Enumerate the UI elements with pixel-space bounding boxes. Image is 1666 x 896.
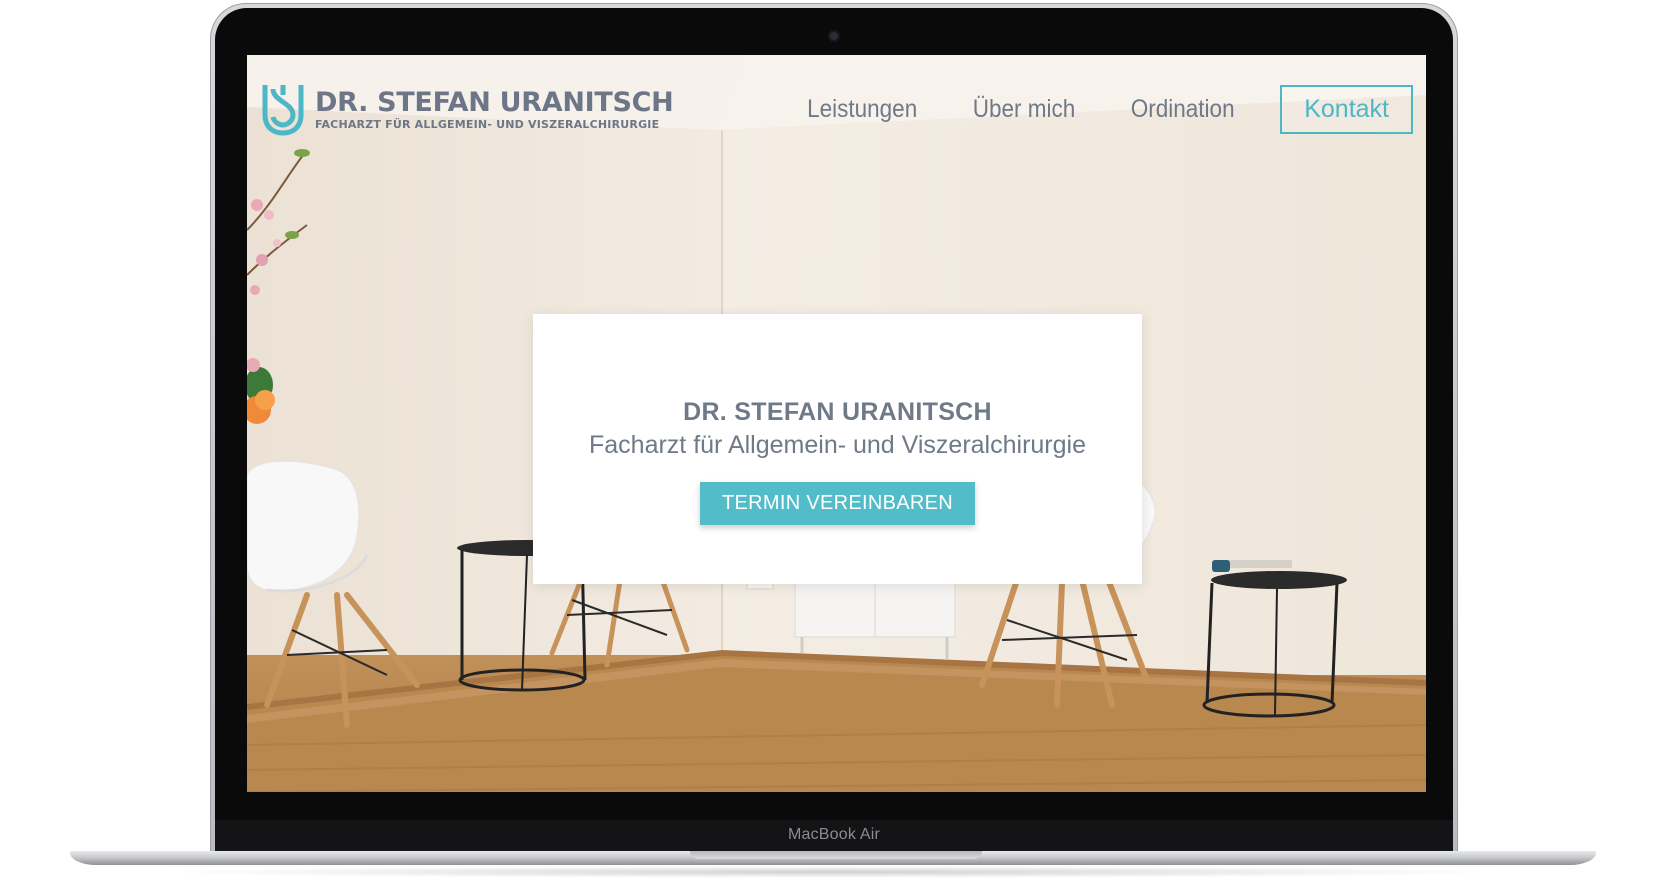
site-logo[interactable]: DR. STEFAN URANITSCH FACHARZT FÜR ALLGEM… <box>259 81 674 139</box>
main-navigation: Leistungen Über mich Ordination Kontakt <box>757 85 1413 134</box>
hero-card: DR. STEFAN URANITSCH Facharzt für Allgem… <box>533 314 1142 584</box>
device-model-label: MacBook Air <box>787 826 880 843</box>
nav-contact-button[interactable]: Kontakt <box>1280 85 1413 134</box>
nav-item-ueber-mich[interactable]: Über mich <box>973 95 1076 124</box>
nav-item-leistungen[interactable]: Leistungen <box>807 95 917 124</box>
hero-subtitle: Facharzt für Allgemein- und Viszeralchir… <box>589 431 1086 459</box>
laptop-base-notch <box>690 851 982 859</box>
logo-name: DR. STEFAN URANITSCH <box>315 86 674 118</box>
flower-branch <box>247 149 310 424</box>
logo-text: DR. STEFAN URANITSCH FACHARZT FÜR ALLGEM… <box>315 86 674 132</box>
logo-tagline: FACHARZT FÜR ALLGEMEIN- UND VISZERALCHIR… <box>315 117 660 131</box>
hero-title: DR. STEFAN URANITSCH <box>683 398 992 426</box>
camera-icon <box>830 32 838 40</box>
book-appointment-button[interactable]: TERMIN VEREINBAREN <box>700 482 975 525</box>
website-screen: DR. STEFAN URANITSCH FACHARZT FÜR ALLGEM… <box>247 55 1426 792</box>
monogram-su-icon <box>262 85 304 136</box>
nav-item-ordination[interactable]: Ordination <box>1131 95 1235 124</box>
laptop-shadow <box>150 866 1516 878</box>
